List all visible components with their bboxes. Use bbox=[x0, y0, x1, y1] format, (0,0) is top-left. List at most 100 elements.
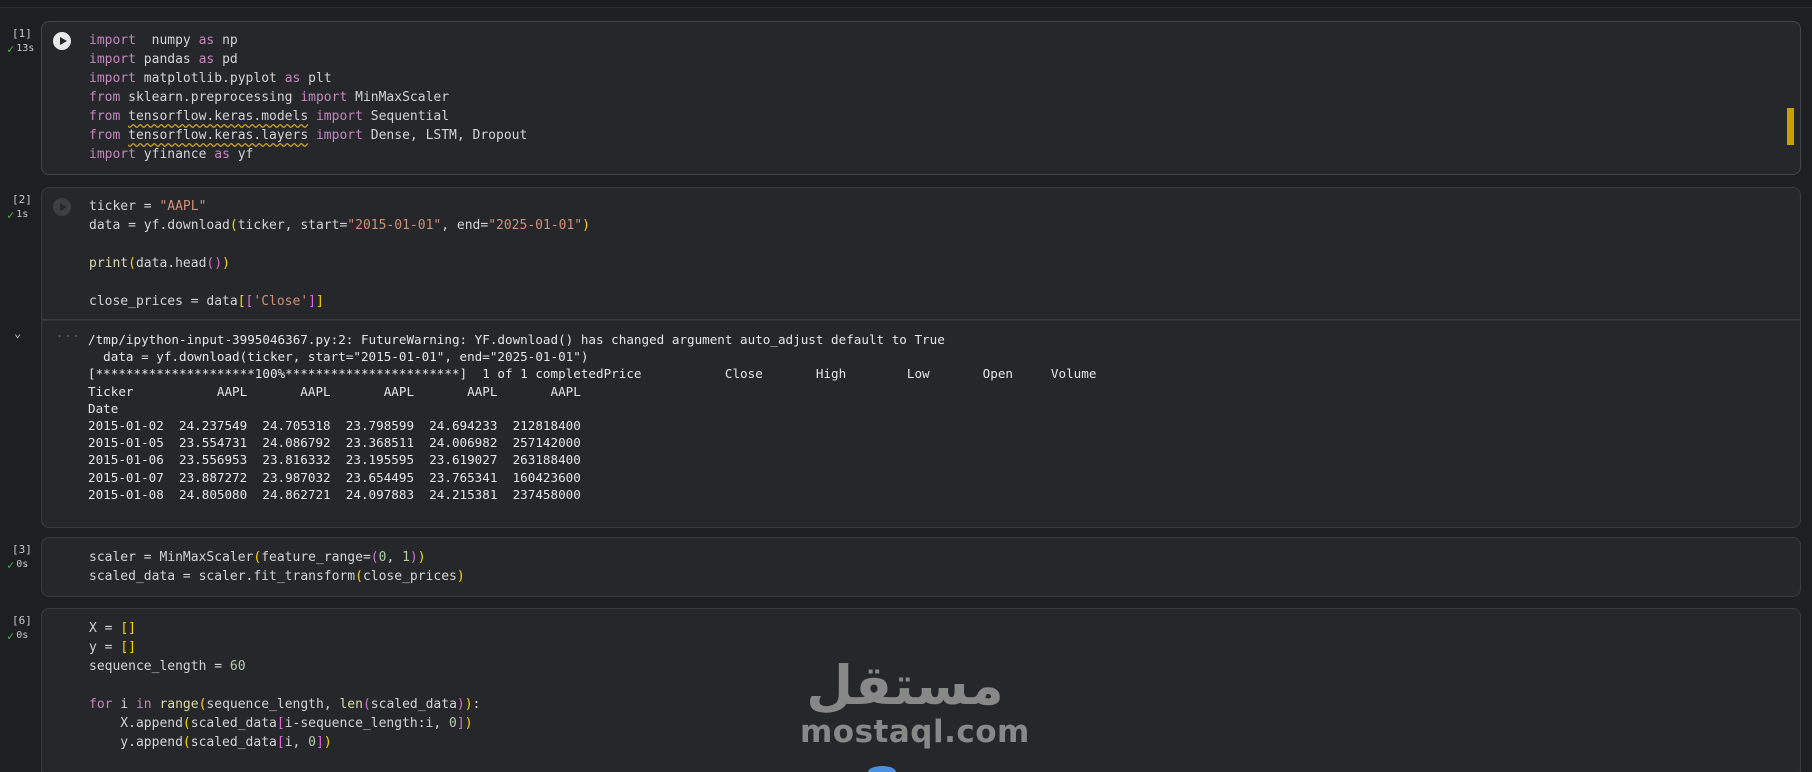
code-token: pd bbox=[214, 52, 238, 67]
code-line[interactable]: scaled_data = scaler.fit_transform(close… bbox=[89, 567, 465, 586]
code-token: ( bbox=[362, 697, 371, 712]
code-editor[interactable]: scaler = MinMaxScaler(feature_range=(0, … bbox=[41, 537, 1801, 597]
code-token: from bbox=[89, 90, 121, 105]
code-token: MinMaxScaler bbox=[347, 90, 450, 105]
check-icon: ✓ bbox=[7, 207, 15, 222]
watermark-arabic: مستقل bbox=[806, 654, 1004, 717]
code-token: y = bbox=[89, 640, 121, 655]
code-token: [ bbox=[237, 294, 246, 309]
code-line[interactable]: import matplotlib.pyplot as plt bbox=[89, 69, 527, 88]
output-menu-icon[interactable]: ... bbox=[56, 326, 81, 340]
code-token: ] bbox=[456, 716, 465, 731]
code-token: ) bbox=[456, 697, 465, 712]
code-token: X = bbox=[89, 621, 121, 636]
scrollbar-thumb[interactable] bbox=[1787, 108, 1794, 145]
code-token: 0 bbox=[449, 716, 457, 731]
code-line[interactable] bbox=[89, 676, 480, 695]
code-token: "AAPL" bbox=[159, 199, 207, 214]
code-token: ticker, start= bbox=[237, 218, 348, 233]
code-line[interactable]: X = [] bbox=[89, 619, 480, 638]
execution-count: [2] bbox=[12, 193, 32, 206]
code-token: pandas bbox=[135, 52, 199, 67]
code-cell-2[interactable]: [2] ✓ 1s ticker = "AAPL" data = yf.downloa… bbox=[0, 187, 1812, 528]
code-line[interactable]: ticker = "AAPL" bbox=[89, 197, 590, 216]
code-token: matplotlib.pyplot bbox=[135, 71, 285, 86]
code-token: , end= bbox=[441, 218, 489, 233]
code-line[interactable]: print(data.head()) bbox=[89, 254, 590, 273]
code-line[interactable]: y.append(scaled_data[i, 0]) bbox=[89, 733, 480, 752]
code-line[interactable]: close_prices = data[['Close']] bbox=[89, 292, 590, 311]
code-line[interactable]: scaler = MinMaxScaler(feature_range=(0, … bbox=[89, 548, 465, 567]
code-token: i-sequence_length:i, bbox=[284, 716, 450, 731]
code-content[interactable]: ticker = "AAPL" data = yf.download(ticker… bbox=[89, 197, 590, 311]
execution-count: [1] bbox=[12, 27, 32, 40]
code-line[interactable]: X.append(scaled_data[i-sequence_length:i… bbox=[89, 714, 480, 733]
code-token: for bbox=[89, 697, 113, 712]
code-token: 1 bbox=[402, 550, 410, 565]
code-token: ticker = bbox=[89, 199, 160, 214]
code-token: scaled_data bbox=[370, 697, 457, 712]
code-token: import bbox=[89, 33, 136, 48]
code-token: ) bbox=[582, 218, 590, 233]
code-line[interactable]: y = [] bbox=[89, 638, 480, 657]
code-token: sequence_length = bbox=[89, 659, 230, 674]
output-line: 2015-01-05 23.554731 24.086792 23.368511… bbox=[88, 435, 581, 451]
code-line[interactable]: sequence_length = 60 bbox=[89, 657, 480, 676]
code-token: ( bbox=[182, 716, 191, 731]
code-editor[interactable]: ticker = "AAPL" data = yf.download(ticker… bbox=[41, 187, 1801, 320]
code-content[interactable]: X = [] y = [] sequence_length = 60 for i i… bbox=[89, 619, 480, 752]
code-token: close_prices bbox=[362, 569, 457, 584]
code-editor[interactable]: import numpy as np import pandas as pd imp… bbox=[41, 21, 1801, 175]
code-token: import bbox=[315, 128, 363, 143]
code-token: yfinance bbox=[135, 147, 215, 162]
code-line[interactable]: import yfinance as yf bbox=[89, 145, 527, 164]
code-token: print bbox=[89, 256, 129, 271]
execution-status: ✓ 0s bbox=[7, 559, 28, 571]
output-line: Date bbox=[88, 400, 119, 416]
code-line[interactable]: from tensorflow.keras.models import Sequ… bbox=[89, 107, 527, 126]
code-token: [ bbox=[276, 716, 285, 731]
code-content[interactable]: scaler = MinMaxScaler(feature_range=(0, … bbox=[89, 548, 465, 586]
code-line[interactable]: for i in range(sequence_length, len(scal… bbox=[89, 695, 480, 714]
code-line[interactable]: from tensorflow.keras.layers import Dens… bbox=[89, 126, 527, 145]
code-token: ] bbox=[308, 294, 316, 309]
code-line[interactable]: from sklearn.preprocessing import MinMax… bbox=[89, 88, 527, 107]
code-token: Sequential bbox=[362, 109, 450, 124]
code-token: sklearn.preprocessing bbox=[120, 90, 301, 105]
code-token: tensorflow.keras.models bbox=[128, 109, 309, 124]
code-line[interactable] bbox=[89, 273, 590, 292]
execution-count: [6] bbox=[12, 614, 32, 627]
code-token: Dense, LSTM, Dropout bbox=[362, 128, 528, 143]
code-token: as bbox=[214, 147, 230, 162]
output-line: 2015-01-07 23.887272 23.987032 23.654495… bbox=[88, 469, 581, 485]
code-token: in bbox=[135, 697, 152, 712]
run-cell-button[interactable] bbox=[53, 32, 71, 50]
code-token: np bbox=[214, 33, 238, 48]
run-cell-button[interactable] bbox=[53, 198, 71, 216]
code-cell-3[interactable]: [3] ✓ 0s scaler = MinMaxScaler(feature_ra… bbox=[0, 537, 1812, 597]
code-token: ) bbox=[323, 735, 332, 750]
floating-action-indicator[interactable] bbox=[868, 766, 896, 772]
chevron-down-icon[interactable]: ⌄ bbox=[14, 326, 21, 340]
code-token: i bbox=[112, 697, 136, 712]
code-token: 60 bbox=[229, 659, 246, 674]
code-line[interactable]: import pandas as pd bbox=[89, 50, 527, 69]
code-cell-1[interactable]: [1] ✓ 13s import numpy as np import pandas… bbox=[0, 21, 1812, 175]
code-token: () bbox=[206, 256, 223, 271]
code-line[interactable] bbox=[89, 235, 590, 254]
code-token: import bbox=[89, 71, 136, 86]
code-token: "2015-01-01" bbox=[347, 218, 442, 233]
code-token: ) bbox=[417, 550, 426, 565]
check-icon: ✓ bbox=[7, 41, 15, 56]
code-line[interactable]: data = yf.download(ticker, start="2015-0… bbox=[89, 216, 590, 235]
code-content[interactable]: import numpy as np import pandas as pd imp… bbox=[89, 31, 527, 164]
code-line[interactable]: import numpy as np bbox=[89, 31, 527, 50]
code-token: len bbox=[339, 697, 363, 712]
code-token: y.append bbox=[89, 735, 183, 750]
output-text: /tmp/ipython-input-3995046367.py:2: Futu… bbox=[88, 331, 1096, 503]
toolbar-edge bbox=[0, 0, 1812, 8]
output-line: data = yf.download(ticker, start="2015-0… bbox=[88, 349, 589, 365]
